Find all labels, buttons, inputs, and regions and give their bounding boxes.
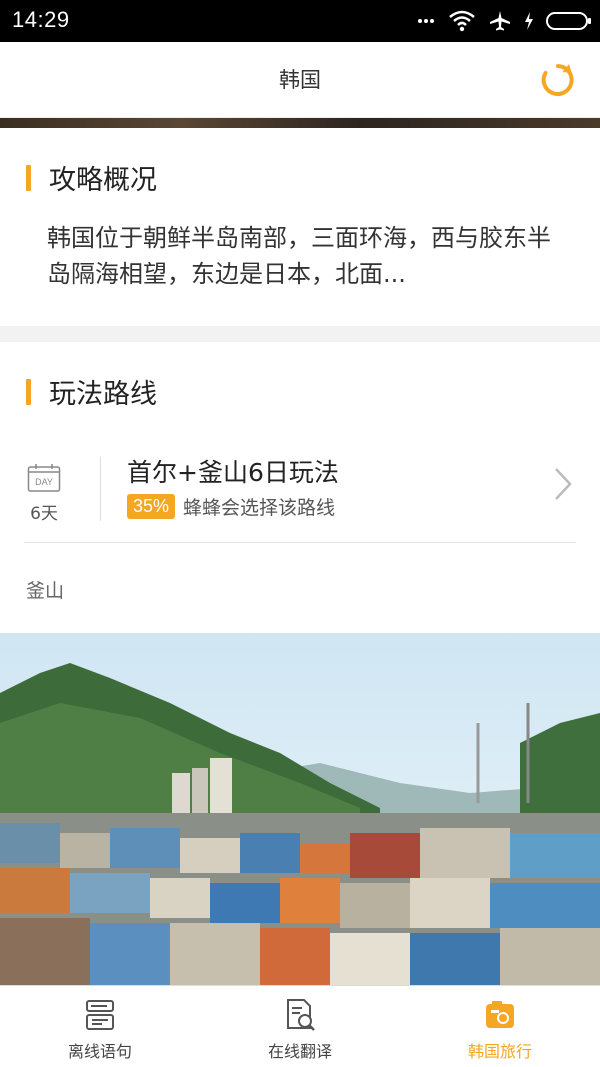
tab-label: 韩国旅行	[467, 1042, 532, 1061]
route-meta: 35% 蜂蜂会选择该路线	[127, 493, 335, 520]
status-bar: 14:29	[0, 0, 600, 42]
day-badge: DAY 6天	[24, 463, 64, 524]
page-title: 韩国	[279, 68, 321, 92]
heading-accent-bar	[26, 378, 31, 405]
refresh-button[interactable]	[538, 60, 578, 100]
tab-label: 在线翻译	[267, 1042, 332, 1061]
refresh-icon	[541, 64, 574, 96]
routes-section: 玩法路线 DAY 6天 首尔+釜山6日玩法 35% 蜂蜂会选择该路线 釜山	[0, 342, 600, 1002]
chevron-right-icon	[555, 468, 572, 500]
overview-summary[interactable]: 韩国位于朝鲜半岛南部，三面环海，西与胶东半岛隔海相望，东边是日本，北面...	[47, 220, 567, 292]
route-item[interactable]: DAY 6天 首尔+釜山6日玩法 35% 蜂蜂会选择该路线	[0, 435, 600, 543]
routes-title: 玩法路线	[49, 379, 157, 410]
hero-image-strip	[0, 118, 600, 128]
battery-icon	[546, 12, 591, 30]
city-photo[interactable]	[0, 633, 600, 985]
route-separator	[24, 542, 576, 543]
overview-title: 攻略概况	[49, 165, 157, 196]
route-meta-text: 蜂蜂会选择该路线	[183, 497, 336, 519]
status-icons	[416, 6, 592, 36]
section-divider	[0, 326, 600, 342]
translate-doc-icon	[287, 999, 315, 1031]
more-dots-icon	[418, 19, 434, 23]
travel-camera-icon	[486, 1001, 514, 1028]
status-time: 14:29	[12, 7, 70, 32]
routes-heading: 玩法路线	[26, 372, 157, 411]
tab-offline-phrases[interactable]: 离线语句	[0, 986, 200, 1067]
calendar-icon: DAY	[27, 464, 61, 492]
airplane-icon	[490, 11, 510, 31]
day-icon-text: DAY	[35, 477, 53, 487]
overview-heading: 攻略概况	[26, 158, 157, 197]
overview-section: 攻略概况 韩国位于朝鲜半岛南部，三面环海，西与胶东半岛隔海相望，东边是日本，北面…	[0, 128, 600, 326]
bottom-tab-bar: 离线语句 在线翻译 韩国旅行	[0, 985, 600, 1067]
tab-korea-travel[interactable]: 韩国旅行	[400, 986, 600, 1067]
wifi-icon	[449, 10, 475, 32]
tab-online-translate[interactable]: 在线翻译	[200, 986, 400, 1067]
route-days: 6天	[30, 504, 58, 524]
phrasebook-icon	[86, 1000, 114, 1030]
city-label[interactable]: 釜山	[26, 576, 64, 603]
app-header: 韩国	[0, 42, 600, 118]
heading-accent-bar	[26, 164, 31, 191]
route-percent-badge: 35%	[127, 494, 176, 519]
tab-label: 离线语句	[67, 1042, 132, 1061]
route-name: 首尔+釜山6日玩法	[127, 458, 339, 487]
charging-icon	[525, 12, 533, 30]
route-divider	[100, 457, 101, 521]
